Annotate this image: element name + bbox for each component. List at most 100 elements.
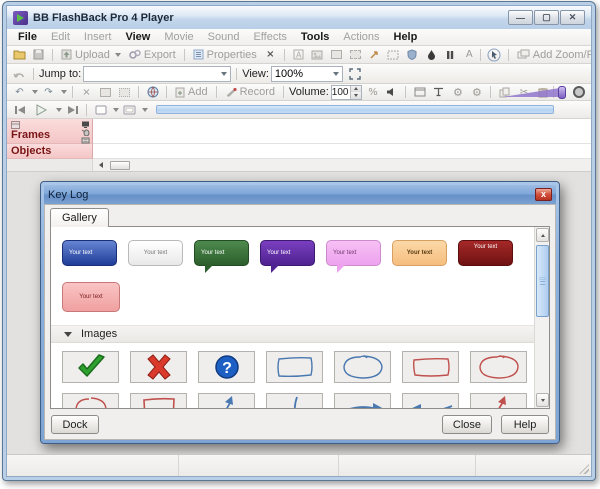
open-file-icon[interactable] [11,48,28,62]
menu-movie: Movie [157,29,200,45]
speed-slider-handle[interactable] [558,86,566,99]
tab-gallery[interactable]: Gallery [50,208,109,227]
textbox-template-rose[interactable]: Your text [62,282,120,312]
textbox-template-darkred[interactable]: Your text [458,240,513,266]
status-pane-4 [476,455,591,476]
menu-help[interactable]: Help [387,29,425,45]
jump-to-combobox[interactable] [83,66,231,82]
view-zoom-combobox[interactable]: 100% [271,66,343,82]
timeline-panel: Frames Objects [7,119,591,172]
maximize-button[interactable]: ▢ [534,10,559,25]
status-pane-3 [339,455,476,476]
delete-icon[interactable]: × [262,48,279,62]
timeline-hscrollbar[interactable] [7,159,591,172]
play-button[interactable] [30,103,52,117]
crop-frames-icon [116,85,133,99]
go-to-end-button[interactable] [64,103,81,117]
question-icon[interactable]: ? [198,351,255,383]
status-bar [7,454,591,476]
fullscreen-icon[interactable] [345,67,365,81]
effects-globe-icon[interactable] [144,85,161,99]
scroll-down-icon[interactable] [536,393,549,407]
arrow-up-red-icon[interactable] [470,393,527,408]
dialog-title: Key Log [48,189,88,201]
sketch-ellipse-red-icon[interactable] [470,351,527,383]
keyboard-track-icon [81,137,90,144]
save-icon [30,48,47,62]
dialog-close-button[interactable]: x [535,188,552,201]
curve-blue-icon[interactable] [266,393,323,408]
sketch-ellipse-blue-icon[interactable] [334,351,391,383]
collapse-arrow-icon [64,332,72,337]
droplet-icon [423,48,440,62]
dialog-close-action-button[interactable]: Close [442,415,492,434]
percent-icon: % [364,85,381,99]
sketch-circle-red-icon[interactable] [62,393,119,408]
balloon-template-purple[interactable]: Your text [260,240,315,266]
sketch-rect-blue-icon[interactable] [266,351,323,383]
dialog-buttons: Dock Close Help [51,415,549,434]
zoom-settings-2-icon: ⚙ [468,85,485,99]
sketch-rect-red-icon[interactable] [402,351,459,383]
textbox-template-white[interactable]: Your text [128,240,183,266]
frame-next-icon[interactable] [121,103,138,117]
textbox-template-blue[interactable]: Your text [62,240,117,266]
textbox-template-orange[interactable]: Your text [392,240,447,266]
textbox-row-1: Your text Your text Your text Your text … [51,227,534,266]
volume-label: Volume: [289,86,329,98]
select-frames-icon [97,85,114,99]
frames-track[interactable] [93,119,591,144]
menu-effects: Effects [246,29,293,45]
jump-back-icon [11,67,28,81]
objects-track[interactable] [93,144,591,159]
status-pane-2 [179,455,339,476]
window-title: BB FlashBack Pro 4 Player [33,12,174,24]
volume-stepper[interactable]: 100 [331,85,363,100]
upload-button[interactable]: Upload [58,49,124,61]
properties-button[interactable]: Properties [190,49,260,61]
image-icon [309,48,326,62]
menu-view[interactable]: View [118,29,157,45]
close-button[interactable]: ✕ [560,10,585,25]
images-section-header[interactable]: Images [51,325,534,343]
timeline-frames-header[interactable]: Frames [7,119,93,144]
gallery-vscrollbar[interactable] [534,227,549,408]
dock-button[interactable]: Dock [51,415,99,434]
help-button[interactable]: Help [501,415,549,434]
frame-view-icon [411,85,428,99]
balloon-template-pink[interactable]: Your text [326,240,381,266]
add-button: Add [172,86,211,98]
seek-bar[interactable] [156,105,554,114]
view-zoom-value: 100% [275,68,303,80]
redo-icon[interactable]: ↷ [40,85,57,99]
scroll-up-icon[interactable] [536,228,549,242]
arrow-up-blue-icon[interactable] [198,393,255,408]
balloon-template-green[interactable]: Your text [194,240,249,266]
cross-icon[interactable] [130,351,187,383]
check-icon[interactable] [62,351,119,383]
frame-icon [385,48,402,62]
speed-reset-icon[interactable] [570,85,587,99]
speed-slider[interactable] [561,86,566,99]
go-to-start-button[interactable] [11,103,28,117]
watermark-icon [404,48,421,62]
undo-icon[interactable]: ↶ [11,85,28,99]
export-button[interactable]: Export [126,49,179,61]
menu-file[interactable]: File [11,29,44,45]
menu-edit: Edit [44,29,77,45]
minimize-button[interactable]: — [508,10,533,25]
dialog-title-bar[interactable]: Key Log x [44,185,556,204]
sketch-rect-red-2-icon[interactable] [130,393,187,408]
speaker-icon[interactable] [383,85,400,99]
select-mode-icon[interactable] [486,48,503,62]
menu-tools[interactable]: Tools [294,29,337,45]
gallery-scroll-thumb[interactable] [536,245,549,317]
hscroll-left-icon[interactable] [93,160,108,171]
arrow-left-blue-icon[interactable] [402,393,459,408]
hscroll-thumb[interactable] [110,161,130,170]
arrow-right-blue-icon[interactable] [334,393,391,408]
frame-prev-icon[interactable] [92,103,109,117]
timeline-objects-header[interactable]: Objects [7,144,93,159]
arrow-tool-icon [366,48,383,62]
volume-value: 100 [332,87,351,98]
